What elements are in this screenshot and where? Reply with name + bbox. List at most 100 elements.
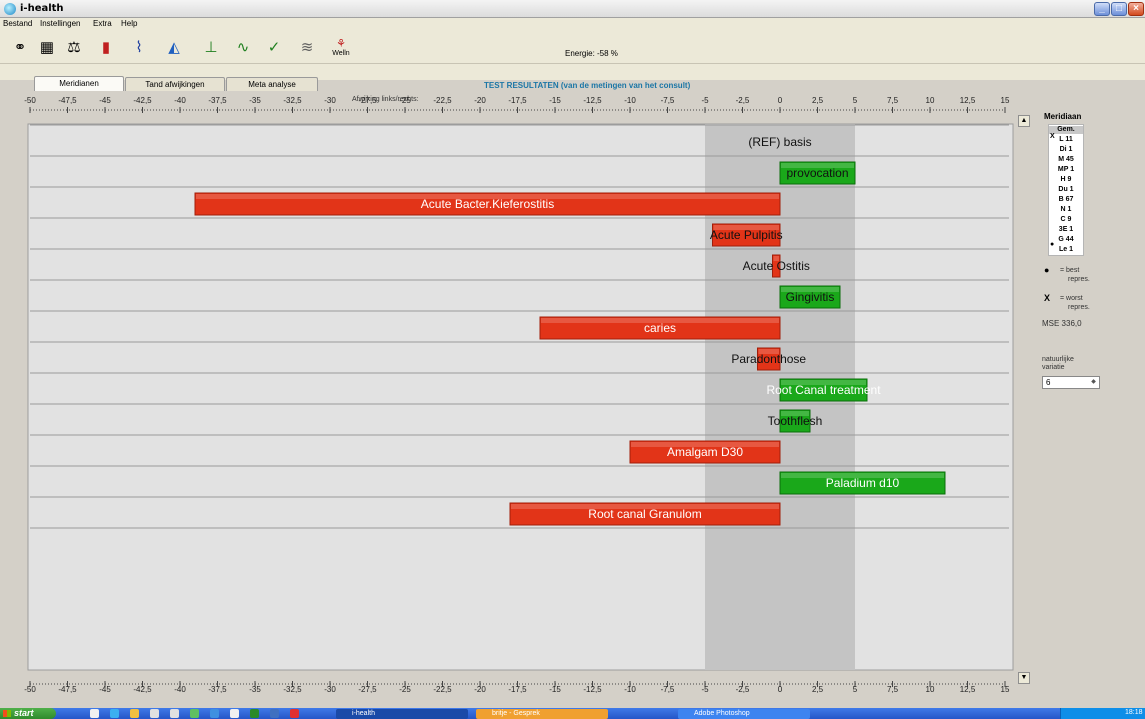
tick-label-top: -50: [24, 96, 36, 105]
tick-label-top: -15: [549, 96, 561, 105]
tick-label-top: -27,5: [358, 96, 377, 105]
best-marker: ●: [1050, 241, 1055, 248]
meridian-title: Meridiaan: [1044, 112, 1082, 121]
bar-label: Acute Pulpitis: [710, 228, 783, 242]
natural-variation-stepper[interactable]: ◆: [1088, 377, 1099, 388]
meridian-item[interactable]: B 67: [1049, 196, 1083, 204]
tick-label-bottom: 7,5: [887, 685, 899, 694]
bar-label: Paradonthose: [731, 352, 806, 366]
worst-legend-line2: repres.: [1068, 304, 1090, 311]
task-i-health[interactable]: i-health: [336, 709, 468, 719]
tick-label-top: -25: [399, 96, 411, 105]
meridian-item[interactable]: M 45: [1049, 156, 1083, 164]
best-legend-mark: ●: [1044, 265, 1050, 275]
tick-label-bottom: -42,5: [133, 685, 152, 694]
maximize-button[interactable]: □: [1111, 2, 1127, 16]
task-adobe-photoshop[interactable]: Adobe Photoshop: [678, 709, 810, 719]
quicklaunch-folder-icon[interactable]: [130, 709, 139, 718]
bar-label: Gingivitis: [786, 290, 835, 304]
tick-label-bottom: -30: [324, 685, 336, 694]
tick-label-bottom: -5: [701, 685, 709, 694]
tick-label-bottom: -20: [474, 685, 486, 694]
tick-label-bottom: -32,5: [283, 685, 302, 694]
tick-label-bottom: 12,5: [960, 685, 976, 694]
bar-label: Acute Bacter.Kieferostitis: [421, 197, 554, 211]
tick-label-bottom: 0: [778, 685, 783, 694]
quicklaunch-app-icon[interactable]: [210, 709, 219, 718]
tick-label-top: -30: [324, 96, 336, 105]
meridian-item[interactable]: C 9: [1049, 216, 1083, 224]
meridian-item[interactable]: N 1: [1049, 206, 1083, 214]
tick-label-bottom: -40: [174, 685, 186, 694]
tick-label-top: 10: [926, 96, 935, 105]
quicklaunch-app-icon[interactable]: [150, 709, 159, 718]
tick-label-top: 15: [1001, 96, 1010, 105]
best-legend-line2: repres.: [1068, 276, 1090, 283]
tick-label-top: -2,5: [736, 96, 750, 105]
tick-label-top: 0: [778, 96, 783, 105]
bar-label: caries: [644, 321, 676, 335]
taskbar: start i-health britje - Gesprek Adobe Ph…: [0, 708, 1145, 719]
tick-label-top: -10: [624, 96, 636, 105]
chart-scroll-down-button[interactable]: ▼: [1018, 672, 1030, 684]
quicklaunch-app-icon[interactable]: [230, 709, 239, 718]
tick-label-top: -42,5: [133, 96, 152, 105]
best-legend-line1: = best: [1060, 267, 1080, 274]
meridian-item[interactable]: 3E 1: [1049, 226, 1083, 234]
quicklaunch-app-icon[interactable]: [250, 709, 259, 718]
tick-label-top: 5: [853, 96, 858, 105]
quicklaunch-app-icon[interactable]: [290, 709, 299, 718]
meridian-item[interactable]: Du 1: [1049, 186, 1083, 194]
quicklaunch-app-icon[interactable]: [190, 709, 199, 718]
tick-label-top: -22,5: [433, 96, 452, 105]
bar-label: Root canal Granulom: [588, 507, 701, 521]
tick-label-top: -32,5: [283, 96, 302, 105]
tick-label-bottom: -35: [249, 685, 261, 694]
bar-label: Acute Ostitis: [743, 259, 810, 273]
tick-label-bottom: -50: [24, 685, 36, 694]
bar-label: provocation: [786, 166, 848, 180]
tick-label-bottom: -7,5: [661, 685, 675, 694]
meridian-item[interactable]: Di 1: [1049, 146, 1083, 154]
bar-label: Root Canal treatment: [766, 383, 881, 397]
tick-label-top: -40: [174, 96, 186, 105]
tick-label-top: -5: [701, 96, 709, 105]
tick-label-bottom: -2,5: [736, 685, 750, 694]
clock: 18:18: [1125, 709, 1143, 716]
tick-label-top: -37,5: [208, 96, 227, 105]
tick-label-bottom: -17,5: [508, 685, 527, 694]
task-britje-gesprek[interactable]: britje - Gesprek: [476, 709, 608, 719]
quicklaunch-desktop-icon[interactable]: [90, 709, 99, 718]
meridian-item[interactable]: H 9: [1049, 176, 1083, 184]
tick-label-top: -12,5: [583, 96, 602, 105]
quicklaunch-app-icon[interactable]: [170, 709, 179, 718]
tick-label-bottom: -45: [99, 685, 111, 694]
minimize-button[interactable]: _: [1094, 2, 1110, 16]
deviation-chart: -50 -47,5 -45 -42,5 -40 -37,5 -35 -32,5 -30 -27,5…: [24, 96, 1014, 694]
tick-label-bottom: -27,5: [358, 685, 377, 694]
tick-label-bottom: -10: [624, 685, 636, 694]
bar-label: Paladium d10: [826, 476, 900, 490]
bar-label: (REF) basis: [748, 135, 811, 149]
tick-label-bottom: 15: [1001, 685, 1010, 694]
tick-label-bottom: -15: [549, 685, 561, 694]
meridian-item[interactable]: MP 1: [1049, 166, 1083, 174]
tick-label-bottom: -22,5: [433, 685, 452, 694]
tick-label-top: -7,5: [661, 96, 675, 105]
chart-scroll-up-button[interactable]: ▲: [1018, 115, 1030, 127]
mse-value: MSE 336,0: [1042, 319, 1082, 328]
quicklaunch-ie-icon[interactable]: [110, 709, 119, 718]
start-label: start: [14, 708, 34, 718]
tick-label-bottom: -37,5: [208, 685, 227, 694]
natural-variation-label-line1: natuurlijke: [1042, 356, 1074, 363]
quicklaunch-app-icon[interactable]: [270, 709, 279, 718]
tick-label-bottom: 2,5: [812, 685, 824, 694]
tick-label-top: -45: [99, 96, 111, 105]
tick-label-top: 7,5: [887, 96, 899, 105]
close-button[interactable]: ×: [1128, 2, 1144, 16]
meridian-list[interactable]: Gem. L 11 Di 1 M 45 MP 1 H 9 Du 1 B 67 N…: [1048, 124, 1084, 256]
bar-label: Toothflesh: [768, 414, 823, 428]
start-button[interactable]: start: [0, 708, 56, 719]
tick-label-bottom: 5: [853, 685, 858, 694]
tick-label-bottom: 10: [926, 685, 935, 694]
